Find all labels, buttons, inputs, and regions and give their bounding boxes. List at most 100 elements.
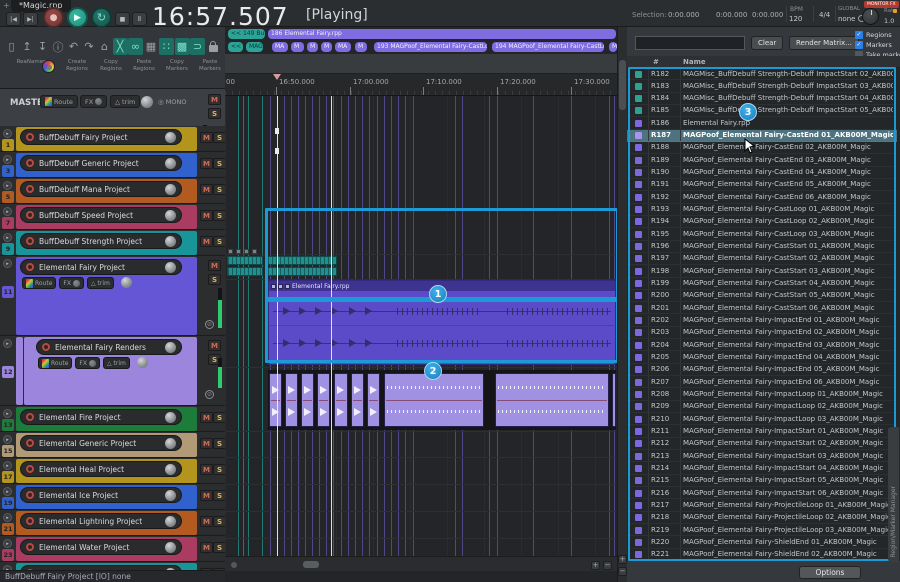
- record-arm-icon[interactable]: [26, 133, 34, 141]
- pan-knob[interactable]: [165, 464, 176, 475]
- track-elemental-generic-project[interactable]: ▸15Elemental Generic ProjectMS: [0, 432, 225, 458]
- region-color-swatch[interactable]: [635, 194, 642, 201]
- region-color-swatch[interactable]: [635, 206, 642, 213]
- track-elemental-water-project[interactable]: ▸23Elemental Water ProjectMS: [0, 536, 225, 562]
- track-name-bar[interactable]: BuffDebuff Generic Project: [20, 155, 182, 171]
- fx-bypass-icon[interactable]: ⊘: [205, 390, 214, 399]
- region-name[interactable]: MAGPoof_Elemental Fairy-CastLoop 01_AKB0…: [683, 205, 893, 213]
- region-row-R185[interactable]: R185MAGMisc_BuffDebuff Strength-Debuff I…: [627, 105, 897, 117]
- region-name[interactable]: MAGPoof_Elemental Fairy-CastStart 04_AKB…: [683, 279, 893, 287]
- go-end-button[interactable]: ▶|: [23, 12, 38, 26]
- zoom-out-button[interactable]: −: [603, 561, 612, 570]
- rendered-audio-item[interactable]: [351, 373, 364, 427]
- redo-icon[interactable]: ↷: [82, 38, 97, 55]
- pan-knob[interactable]: [165, 490, 176, 501]
- region-row-R219[interactable]: R219MAGPoof_Elemental Fairy-ProjectileLo…: [627, 524, 897, 536]
- pan-knob[interactable]: [165, 542, 176, 553]
- rendered-audio-item[interactable]: [269, 373, 282, 427]
- region-row-R205[interactable]: R205MAGPoof_Elemental Fairy-ImpactEnd 04…: [627, 351, 897, 363]
- time-signature[interactable]: 4/4: [819, 11, 830, 19]
- region-name[interactable]: MAGPoof_Elemental Fairy-ImpactStart 05_A…: [683, 476, 893, 484]
- region-color-swatch[interactable]: [635, 95, 642, 102]
- region-row-R189[interactable]: R189MAGPoof_Elemental Fairy-CastEnd 03_A…: [627, 154, 897, 166]
- region-name[interactable]: MAGMisc_BuffDebuff Strength-Debuff Impac…: [683, 106, 893, 114]
- pan-knob[interactable]: [165, 262, 176, 273]
- vertical-scrollbar[interactable]: + −: [617, 27, 627, 582]
- pan-knob[interactable]: [165, 236, 176, 247]
- audio-take[interactable]: [227, 256, 263, 265]
- solo-button[interactable]: S: [213, 210, 225, 221]
- bpm-value[interactable]: 120: [789, 15, 802, 23]
- repeat-button[interactable]: ↻: [91, 7, 112, 28]
- item-button-icon[interactable]: [236, 249, 241, 254]
- pan-knob[interactable]: [165, 158, 176, 169]
- region-name[interactable]: MAGPoof_Elemental Fairy-ImpactLoop 01_AK…: [683, 390, 893, 398]
- record-arm-icon[interactable]: [26, 263, 34, 271]
- arrange-area[interactable]: Elemental Fairy.rpp: [225, 96, 617, 556]
- region-color-swatch[interactable]: [635, 354, 642, 361]
- track-buffdebuff-fairy-project[interactable]: ▸1BuffDebuff Fairy ProjectMS: [0, 126, 225, 152]
- paste-markers-icon[interactable]: ⊃: [190, 38, 205, 55]
- region-name[interactable]: MAGPoof_Elemental Fairy-ImpactEnd 04_AKB…: [683, 353, 893, 361]
- selection-length[interactable]: 0:00.000: [752, 11, 783, 19]
- region-color-swatch[interactable]: [635, 527, 642, 534]
- region-color-swatch[interactable]: [635, 539, 642, 546]
- pan-knob[interactable]: [165, 438, 176, 449]
- export-media-icon[interactable]: ↧: [35, 38, 50, 55]
- new-project-icon[interactable]: ▯: [4, 38, 19, 55]
- options-button[interactable]: Options: [799, 566, 861, 579]
- region-color-swatch[interactable]: [635, 157, 642, 164]
- pan-knob[interactable]: [165, 516, 176, 527]
- region-name[interactable]: MAGPoof_Elemental Fairy-ImpactStart 06_A…: [683, 489, 893, 497]
- track-expand-icon[interactable]: ▸: [3, 487, 12, 496]
- track-expand-icon[interactable]: ▸: [3, 339, 12, 348]
- track-elemental-fire-project[interactable]: ▸13Elemental Fire ProjectMS: [0, 406, 225, 432]
- mute-button[interactable]: M: [200, 490, 213, 501]
- region-row-R183[interactable]: R183MAGMisc_BuffDebuff Strength-Debuff I…: [627, 80, 897, 92]
- record-arm-icon[interactable]: [26, 237, 34, 245]
- region-pill[interactable]: M: [291, 42, 304, 52]
- track-spell-project[interactable]: ▸25Spell ProjectMS: [0, 562, 225, 570]
- render-clips-row[interactable]: [268, 370, 616, 430]
- region-name[interactable]: MAGMisc_BuffDebuff Strength-Debuff Impac…: [683, 70, 893, 78]
- region-name[interactable]: MAGPoof_Elemental Fairy-CastStart 01_AKB…: [683, 242, 893, 250]
- new-tab-button[interactable]: +: [3, 1, 10, 10]
- region-row-R186[interactable]: R186Elemental Fairy.rpp: [627, 117, 897, 129]
- region-row-R207[interactable]: R207MAGPoof_Elemental Fairy-ImpactEnd 06…: [627, 376, 897, 388]
- fx-button[interactable]: FX: [59, 277, 84, 289]
- region-name[interactable]: MAGPoof_Elemental Fairy-CastEnd 05_AKB00…: [683, 180, 893, 188]
- region-row-R215[interactable]: R215MAGPoof_Elemental Fairy-ImpactStart …: [627, 475, 897, 487]
- region-color-swatch[interactable]: [635, 416, 642, 423]
- region-row-R202[interactable]: R202MAGPoof_Elemental Fairy-ImpactEnd 01…: [627, 315, 897, 327]
- region-name[interactable]: MAGPoof_Elemental Fairy-CastEnd 04_AKB00…: [683, 168, 893, 176]
- region-color-swatch[interactable]: [635, 502, 642, 509]
- region-row-R192[interactable]: R192MAGPoof_Elemental Fairy-CastEnd 06_A…: [627, 191, 897, 203]
- track-elemental-fairy-renders[interactable]: ▸12Elemental Fairy RendersMSRouteFX△ tri…: [0, 336, 225, 406]
- track-expand-icon[interactable]: ▸: [3, 181, 12, 190]
- edit-cursor[interactable]: [277, 96, 278, 556]
- region-color-swatch[interactable]: [635, 329, 642, 336]
- region-row-R194[interactable]: R194MAGPoof_Elemental Fairy-CastLoop 02_…: [627, 216, 897, 228]
- track-expand-icon[interactable]: ▸: [3, 129, 12, 138]
- region-row-R201[interactable]: R201MAGPoof_Elemental Fairy-CastStart 06…: [627, 302, 897, 314]
- region-color-swatch[interactable]: [635, 305, 642, 312]
- import-media-icon[interactable]: ↥: [20, 38, 35, 55]
- selection-start[interactable]: 0:00.000: [668, 11, 699, 19]
- master-route-button[interactable]: Route: [40, 95, 78, 108]
- track-expand-icon[interactable]: ▸: [3, 207, 12, 216]
- track-name-bar[interactable]: Elemental Heal Project: [20, 461, 182, 477]
- zoom-in-button[interactable]: +: [591, 561, 600, 570]
- region-color-swatch[interactable]: [635, 243, 642, 250]
- mute-button[interactable]: M: [200, 412, 213, 423]
- checkbox-markers[interactable]: ✓Markers: [855, 40, 892, 49]
- region-color-swatch[interactable]: [635, 391, 642, 398]
- checkbox-icon[interactable]: ✓: [855, 41, 863, 49]
- record-arm-icon[interactable]: [26, 439, 34, 447]
- region-name[interactable]: MAGPoof_Elemental Fairy-CastEnd 02_AKB00…: [683, 143, 893, 151]
- filter-input[interactable]: [635, 36, 745, 50]
- undo-icon[interactable]: ↶: [66, 38, 81, 55]
- track-expand-icon[interactable]: ▸: [3, 409, 12, 418]
- solo-button[interactable]: S: [213, 412, 225, 423]
- mute-button[interactable]: M: [200, 438, 213, 449]
- record-arm-icon[interactable]: [26, 413, 34, 421]
